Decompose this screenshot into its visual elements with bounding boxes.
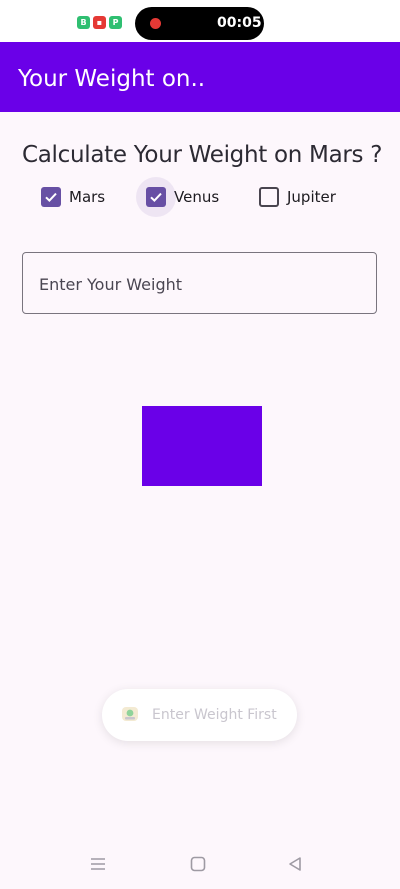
toast-text: Enter Weight First (152, 707, 277, 723)
app-title: Your Weight on.. (18, 66, 206, 92)
weight-input[interactable] (39, 271, 359, 297)
status-clock: 00:05 (217, 15, 262, 31)
result-box (142, 406, 262, 486)
app-logo-icon (122, 707, 138, 721)
status-bar: B ▪ P 00:05 (0, 0, 400, 42)
toast-message: Enter Weight First (102, 689, 297, 741)
venus-label: Venus (174, 188, 220, 206)
planet-option-jupiter[interactable]: Jupiter (259, 186, 336, 208)
planet-option-venus[interactable]: Venus (136, 177, 220, 217)
check-icon (45, 192, 57, 203)
jupiter-label: Jupiter (287, 188, 336, 206)
back-icon[interactable] (285, 854, 305, 874)
b-app-icon: B (77, 16, 90, 29)
mars-checkbox[interactable] (41, 187, 61, 207)
status-app-icons: B ▪ P (77, 16, 122, 29)
p-app-icon: P (109, 16, 122, 29)
mars-label: Mars (69, 188, 106, 206)
home-icon[interactable] (188, 854, 208, 874)
weight-field[interactable] (22, 252, 377, 314)
record-icon (150, 18, 161, 29)
navigation-bar (0, 840, 400, 889)
video-app-icon: ▪ (93, 16, 106, 29)
jupiter-checkbox[interactable] (259, 187, 279, 207)
screen-recorder-pill[interactable]: 00:05 (135, 7, 264, 40)
menu-icon[interactable] (88, 854, 108, 874)
planet-option-mars[interactable]: Mars (41, 186, 105, 208)
app-bar: Your Weight on.. (0, 42, 400, 112)
page-heading: Calculate Your Weight on Mars ? (22, 142, 383, 168)
app-screen: B ▪ P 00:05 Your Weight on.. Calculate Y… (0, 0, 400, 889)
check-icon (150, 192, 162, 203)
venus-checkbox[interactable] (136, 177, 176, 217)
